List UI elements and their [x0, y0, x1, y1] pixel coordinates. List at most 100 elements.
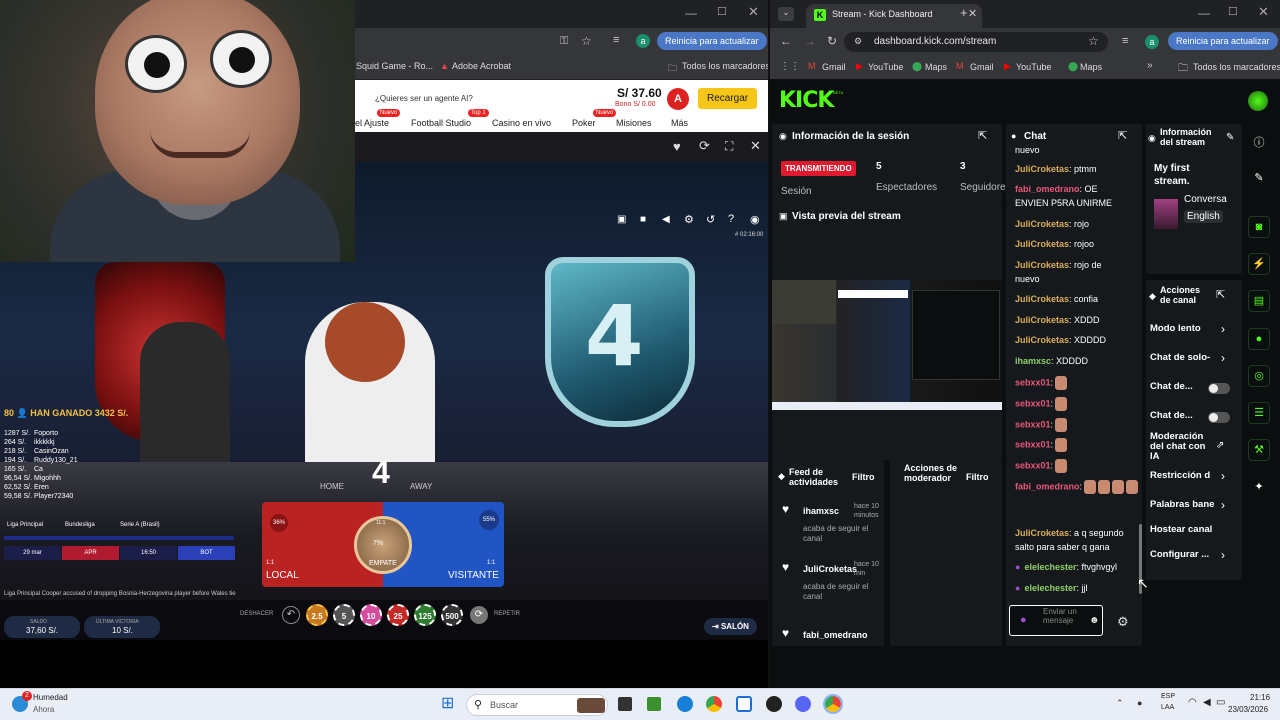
channel-action[interactable]: Chat de... [1150, 381, 1193, 392]
site-info-icon[interactable]: ⚙ [854, 36, 862, 47]
url-field[interactable]: ⚙ dashboard.kick.com/stream [844, 32, 1108, 52]
explorer-icon[interactable] [736, 696, 752, 712]
broadcast-icon[interactable]: ◎ [1248, 365, 1270, 387]
toggle-switch[interactable] [1208, 383, 1230, 394]
settings-icon[interactable]: ⚙ [684, 213, 694, 226]
clock-date[interactable]: 23/03/2026 [1228, 705, 1268, 714]
nav-poker[interactable]: Poker [572, 118, 596, 128]
profile-avatar[interactable]: a [1145, 35, 1159, 49]
edge-icon[interactable] [677, 696, 693, 712]
bookmark-all[interactable]: Todos los marcadores [682, 61, 768, 71]
close-icon[interactable]: ✕ [1258, 4, 1269, 20]
bookmark-maps[interactable]: Maps [925, 62, 947, 72]
tab-close-icon[interactable]: ✕ [968, 7, 977, 20]
agent-question[interactable]: ¿Quieres ser un agente AI? [375, 94, 473, 103]
chat-username[interactable]: sebxx01 [1015, 460, 1051, 470]
channel-action[interactable]: Palabras bane [1150, 499, 1214, 510]
chat-username[interactable]: elelechester [1024, 583, 1076, 593]
close-game-icon[interactable]: ✕ [750, 138, 761, 154]
pencil-icon[interactable]: ✎ [1248, 168, 1270, 190]
forward-icon[interactable]: → [804, 34, 816, 48]
maximize-icon[interactable]: ☐ [717, 5, 727, 18]
chat-username[interactable]: JuliCroketas [1015, 335, 1069, 345]
chat-username[interactable]: sebxx01 [1015, 439, 1051, 449]
bookmark-youtube-2[interactable]: YouTube [1016, 62, 1051, 72]
bookmark-star-icon[interactable]: ☆ [1088, 34, 1099, 48]
league-2[interactable]: Bundesliga [65, 522, 95, 528]
video-icon[interactable]: ■ [640, 214, 646, 225]
user-avatar[interactable] [1248, 91, 1268, 111]
back-icon[interactable]: ← [780, 34, 792, 48]
external-link-icon[interactable]: ⇗ [1216, 440, 1224, 451]
task-view-icon[interactable] [618, 697, 632, 711]
actions-expand-icon[interactable]: ⇱ [1216, 288, 1225, 301]
bookmark-all[interactable]: Todos los marcadores [1193, 62, 1280, 72]
tab-apr[interactable]: APR [62, 546, 119, 560]
kick-logo[interactable]: KICK [779, 88, 834, 113]
expand-icon[interactable]: ⇱ [978, 129, 987, 142]
chat-icon[interactable]: ▣ [617, 214, 626, 225]
bookmark-squid[interactable]: Squid Game - Ro... [356, 61, 433, 71]
obs-icon[interactable] [766, 696, 782, 712]
chat-username[interactable]: JuliCroketas [1015, 164, 1069, 174]
chat-username[interactable]: JuliCroketas [1015, 219, 1069, 229]
star-icon[interactable]: ☆ [581, 34, 592, 48]
chat-bubble-icon[interactable]: ● [1248, 328, 1270, 350]
nav-ajuste[interactable]: el Ajuste [355, 118, 389, 128]
channel-action[interactable]: Hostear canal [1150, 524, 1212, 535]
info-circle-icon[interactable]: ⓘ [1248, 133, 1270, 155]
wrench-icon[interactable]: ⚒ [1248, 439, 1270, 461]
chevron-right-icon[interactable]: › [1221, 322, 1225, 336]
bookmark-gmail-2[interactable]: Gmail [970, 62, 994, 72]
channel-action[interactable]: Restricción d [1150, 470, 1210, 481]
maximize-icon[interactable]: ☐ [1228, 5, 1238, 18]
chat-username[interactable]: JuliCroketas [1015, 294, 1069, 304]
chevron-right-icon[interactable]: › [1221, 498, 1225, 512]
update-button[interactable]: Reinicia para actualizar [1168, 32, 1278, 50]
nav-misiones[interactable]: Misiones [616, 118, 652, 128]
fullscreen-icon[interactable]: ⛶ [725, 139, 733, 154]
nav-mas[interactable]: Más [671, 118, 688, 128]
channel-action[interactable]: Modo lento [1150, 323, 1201, 334]
chat-username[interactable]: sebxx01 [1015, 419, 1051, 429]
refresh-icon[interactable]: ⟳ [699, 138, 710, 154]
chevron-right-icon[interactable]: › [1221, 351, 1225, 365]
nav-football-studio[interactable]: Football Studio [411, 118, 471, 128]
channel-action[interactable]: Moderación del chat con IA [1150, 432, 1214, 462]
profile-avatar[interactable]: a [636, 34, 650, 48]
minimize-icon[interactable]: — [685, 6, 697, 20]
repeat-label[interactable]: REPETIR [494, 611, 520, 617]
chip-10[interactable]: 10 [360, 604, 382, 626]
chat-username[interactable]: sebxx01 [1015, 377, 1051, 387]
chip-2-5[interactable]: 2.5 [306, 604, 328, 626]
chevron-right-icon[interactable]: › [1221, 548, 1225, 562]
chip-500[interactable]: 500 [441, 604, 463, 626]
apps-icon[interactable]: ⋮⋮ [780, 61, 800, 72]
discord-icon[interactable] [795, 696, 811, 712]
apps-grid-icon[interactable]: ✦ [1248, 477, 1270, 499]
channel-action[interactable]: Configurar ... [1150, 549, 1209, 560]
weather-label[interactable]: Humedad [33, 693, 68, 702]
chat-username[interactable]: ihamxsc [1015, 356, 1051, 366]
chrome-active-icon[interactable] [823, 694, 843, 714]
clock-time[interactable]: 21:16 [1250, 693, 1270, 702]
heart-icon[interactable]: ♥ [673, 139, 681, 154]
tab-list-icon[interactable]: ⌄ [778, 7, 794, 21]
chat-username[interactable]: fabi_omedrano [1015, 184, 1080, 194]
update-button[interactable]: Reinicia para actualizar [657, 32, 767, 50]
taskbar-search[interactable]: ⚲ Buscar [466, 694, 608, 716]
tab-bot[interactable]: BOT [178, 546, 235, 560]
mod-filter[interactable]: Filtro [966, 472, 989, 482]
league-1[interactable]: Liga Principal [7, 522, 43, 528]
undo-label[interactable]: DESHACER [240, 611, 273, 617]
tab-search-icon[interactable]: ≡ [613, 34, 619, 46]
casino-avatar[interactable]: A [667, 88, 689, 110]
channel-action[interactable]: Chat de solo- [1150, 352, 1210, 363]
bookmark-acrobat[interactable]: Adobe Acrobat [452, 61, 511, 71]
tray-expand-icon[interactable]: ⌃ [1116, 698, 1124, 709]
sound-icon[interactable]: ◀ [662, 214, 670, 225]
chat-username[interactable]: JuliCroketas [1015, 239, 1069, 249]
undo-icon[interactable]: ↶ [282, 606, 300, 624]
tab-date[interactable]: 29 mar [4, 546, 61, 560]
league-3[interactable]: Serie A (Brasil) [120, 522, 160, 528]
